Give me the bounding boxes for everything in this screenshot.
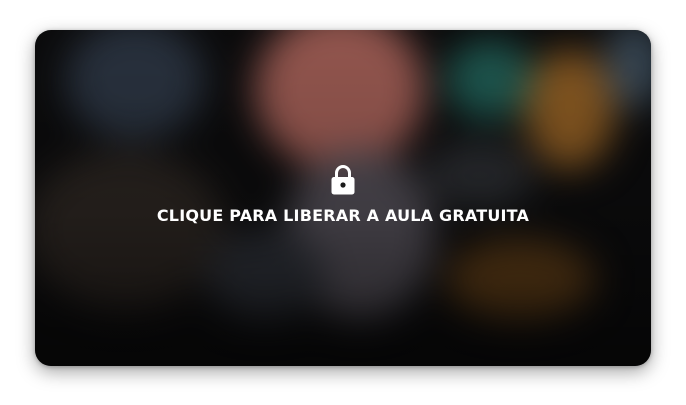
locked-video-player[interactable]: CLIQUE PARA LIBERAR A AULA GRATUITA: [35, 30, 651, 366]
lock-icon: [331, 164, 355, 194]
unlock-free-class-text[interactable]: CLIQUE PARA LIBERAR A AULA GRATUITA: [157, 206, 529, 225]
page: CLIQUE PARA LIBERAR A AULA GRATUITA: [0, 0, 686, 405]
unlock-overlay[interactable]: CLIQUE PARA LIBERAR A AULA GRATUITA: [35, 30, 651, 366]
